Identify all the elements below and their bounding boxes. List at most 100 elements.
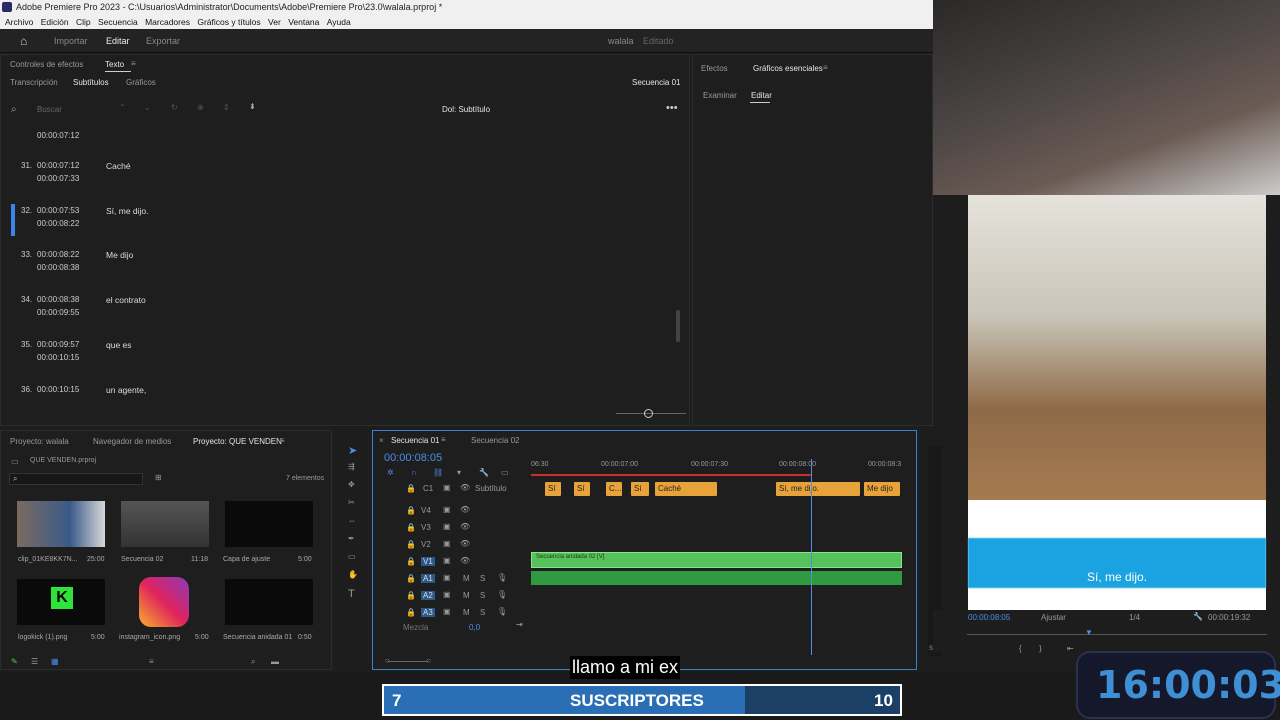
tab-exportar[interactable]: Exportar: [146, 36, 180, 46]
wrench-icon[interactable]: 🔧: [479, 468, 489, 477]
mute-button[interactable]: M: [463, 591, 470, 600]
replace-icon[interactable]: ↻: [171, 103, 178, 112]
caption-clip[interactable]: C...: [606, 482, 622, 496]
mic-icon[interactable]: 🎙: [497, 607, 507, 616]
mark-in-icon[interactable]: {: [1019, 644, 1022, 653]
sort-icon[interactable]: ≡: [149, 657, 154, 666]
row-text[interactable]: el contrato: [106, 295, 146, 305]
resolution-dropdown[interactable]: 1/4: [1129, 613, 1140, 622]
captions-icon[interactable]: ▭: [501, 468, 509, 477]
scroll-handle-left[interactable]: ○: [385, 656, 390, 665]
caption-clip[interactable]: Me dijo: [864, 482, 900, 496]
new-bin-icon[interactable]: ⊞: [155, 473, 162, 482]
panel-menu-icon[interactable]: ≡: [823, 63, 828, 72]
row-text[interactable]: un agente,: [106, 385, 146, 395]
nest-icon[interactable]: ✲: [387, 468, 394, 477]
home-icon[interactable]: ⌂: [20, 34, 27, 48]
scroll-handle-right[interactable]: ○: [426, 656, 431, 665]
audio-clip[interactable]: [531, 571, 902, 585]
menu-clip[interactable]: Clip: [76, 17, 91, 27]
thumbnail-adjustment-layer[interactable]: [225, 501, 313, 547]
solo-button[interactable]: S: [480, 574, 485, 583]
split-icon[interactable]: ⇟: [249, 102, 256, 111]
mute-button[interactable]: M: [463, 574, 470, 583]
menu-ventana[interactable]: Ventana: [288, 17, 319, 27]
eye-icon[interactable]: 👁: [460, 556, 470, 565]
lock-icon[interactable]: 🔒: [406, 574, 416, 583]
track-label[interactable]: V4: [421, 506, 431, 515]
tab-effect-controls[interactable]: Controles de efectos: [10, 60, 83, 69]
eye-icon[interactable]: 👁: [460, 505, 470, 514]
menu-edicion[interactable]: Edición: [41, 17, 69, 27]
thumbnail-clip[interactable]: [17, 501, 105, 547]
subtitle-row[interactable]: 36. 00:00:10:15 un agente,: [1, 377, 681, 421]
mic-icon[interactable]: 🎙: [497, 590, 507, 599]
find-icon[interactable]: ⌕: [251, 657, 255, 667]
tab-transcripcion[interactable]: Transcripción: [10, 78, 58, 87]
playhead[interactable]: [811, 459, 812, 655]
pen-icon[interactable]: ✒: [348, 534, 355, 543]
tab-project-que-venden[interactable]: Proyecto: QUE VENDEN: [193, 437, 282, 446]
eye-icon[interactable]: 👁: [460, 483, 470, 492]
track-label[interactable]: A1: [421, 574, 435, 583]
sync-icon[interactable]: ▣: [443, 522, 451, 531]
lock-icon[interactable]: 🔒: [406, 557, 416, 566]
ripple-edit-icon[interactable]: ✥: [348, 480, 355, 489]
tab-graficos-esenciales[interactable]: Gráficos esenciales: [753, 64, 823, 73]
thumbnail-instagram[interactable]: [121, 577, 209, 627]
lock-icon[interactable]: 🔒: [406, 484, 416, 493]
lock-icon[interactable]: 🔒: [406, 591, 416, 600]
menu-marcadores[interactable]: Marcadores: [145, 17, 190, 27]
zoom-scroll[interactable]: [388, 661, 428, 662]
mix-value[interactable]: 0,0: [469, 623, 480, 632]
menu-ver[interactable]: Ver: [268, 17, 281, 27]
thumbnail-nested-seq[interactable]: [225, 579, 313, 625]
mic-icon[interactable]: 🎙: [497, 573, 507, 582]
new-bin-icon[interactable]: ▬: [271, 657, 279, 666]
lock-icon[interactable]: 🔒: [406, 523, 416, 532]
time-ruler[interactable]: 06:30 00:00:07:00 00:00:07:30 00:00:08:00 00…: [531, 459, 906, 473]
add-icon[interactable]: ⊕: [197, 103, 204, 112]
tab-examinar[interactable]: Examinar: [703, 91, 737, 100]
sync-icon[interactable]: ▣: [443, 573, 451, 582]
thumbnail-sequence-02[interactable]: [121, 501, 209, 547]
fit-dropdown[interactable]: Ajustar: [1041, 613, 1066, 622]
solo-button[interactable]: S: [480, 591, 485, 600]
sync-icon[interactable]: ▣: [443, 556, 451, 565]
tab-project-walala[interactable]: Proyecto: walala: [10, 437, 69, 446]
program-timecode[interactable]: 00:00:08:05: [968, 613, 1010, 622]
menu-secuencia[interactable]: Secuencia: [98, 17, 138, 27]
caption-clip[interactable]: Sí: [574, 482, 590, 496]
subtitle-row[interactable]: 35. 00:00:09:57 00:00:10:15 que es: [1, 332, 681, 376]
subtitle-row[interactable]: 34. 00:00:08:38 00:00:09:55 el contrato: [1, 287, 681, 331]
close-icon[interactable]: ×: [379, 436, 384, 445]
track-select-icon[interactable]: ⇶: [348, 462, 355, 471]
track-label[interactable]: A3: [421, 608, 435, 617]
slip-icon[interactable]: ⇔: [348, 516, 356, 525]
scrollbar[interactable]: [676, 310, 680, 342]
caption-clip[interactable]: Sí, me dijo.: [776, 482, 860, 496]
tab-media-browser[interactable]: Navegador de medios: [93, 437, 171, 446]
row-text[interactable]: que es: [106, 340, 132, 350]
down-icon[interactable]: ⌄: [144, 103, 151, 112]
go-to-in-icon[interactable]: ⇤: [1067, 644, 1074, 653]
snap-icon[interactable]: ∩: [411, 468, 417, 477]
panel-menu-icon[interactable]: ≡: [280, 436, 285, 445]
solo-button[interactable]: S: [480, 608, 485, 617]
track-label[interactable]: V2: [421, 540, 431, 549]
sync-icon[interactable]: ▣: [443, 539, 451, 548]
merge-icon[interactable]: ⇕: [223, 103, 230, 112]
caption-clip[interactable]: Sí: [631, 482, 649, 496]
lock-icon[interactable]: 🔒: [406, 608, 416, 617]
program-playhead-icon[interactable]: ▼: [1085, 628, 1093, 637]
marker-icon[interactable]: ▾: [457, 468, 461, 477]
panel-menu-icon[interactable]: ≡: [441, 435, 446, 444]
row-text[interactable]: Caché: [106, 161, 131, 171]
caption-clip[interactable]: Sí: [545, 482, 561, 496]
mark-out-icon[interactable]: }: [1039, 644, 1042, 653]
toggle-output-icon[interactable]: ▣: [443, 483, 451, 492]
zoom-handle[interactable]: [644, 409, 653, 418]
menu-ayuda[interactable]: Ayuda: [327, 17, 351, 27]
sync-icon[interactable]: ▣: [443, 607, 451, 616]
tab-graficos[interactable]: Gráficos: [126, 78, 156, 87]
